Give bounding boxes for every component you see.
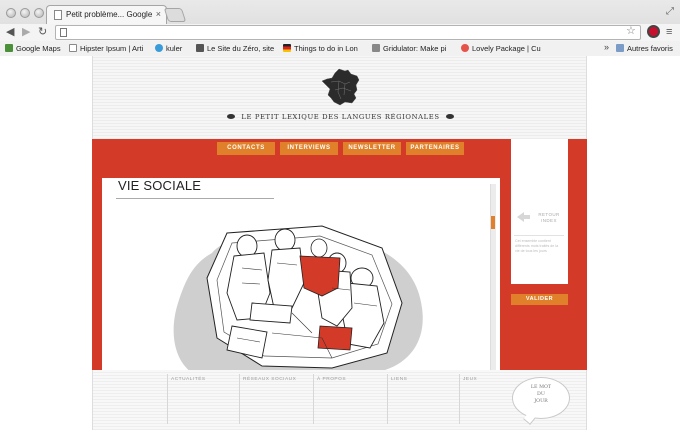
bookmark-item[interactable]: Hipster Ipsum | Arti xyxy=(69,43,149,54)
content-scroll-area[interactable]: VIE SOCIALE xyxy=(102,178,487,370)
footer-divider xyxy=(387,374,388,424)
website: LE PETIT LEXIQUE DES LANGUES RÉGIONALES … xyxy=(92,56,587,430)
grid-icon xyxy=(372,44,380,52)
forward-arrow-icon[interactable]: ▶ xyxy=(22,24,30,41)
browser-tab[interactable]: Petit problème... Google Ch × xyxy=(46,5,167,25)
group-people-illustration[interactable] xyxy=(172,208,432,370)
more-bookmarks-icon[interactable]: » xyxy=(604,42,609,52)
sidebar-panel: RETOUR INDEX Cet ensemble contient diffé… xyxy=(511,139,568,284)
france-map-icon[interactable] xyxy=(321,68,361,106)
footer-link-jeux[interactable]: JEUX xyxy=(463,377,477,382)
nav-partenaires[interactable]: PARTENAIRES xyxy=(406,142,464,155)
site-footer: ACTUALITÉS RÉSEAUX SOCIAUX À PROPOS LIEN… xyxy=(92,370,587,430)
scrollbar-thumb[interactable] xyxy=(491,216,495,229)
bookmark-item[interactable]: Google Maps xyxy=(5,43,61,54)
browser-chrome: Petit problème... Google Ch × ⤢ ◀ ▶ ↻ ☆ … xyxy=(0,0,680,56)
bullet-icon xyxy=(227,114,236,119)
maps-icon xyxy=(5,44,13,52)
footer-link-liens[interactable]: LIENS xyxy=(391,377,407,382)
site-icon xyxy=(196,44,204,52)
menu-icon[interactable]: ≡ xyxy=(666,24,672,41)
scrollbar-track[interactable] xyxy=(490,184,496,370)
new-tab-button[interactable] xyxy=(163,8,187,22)
footer-link-apropos[interactable]: À PROPOS xyxy=(317,377,346,382)
kuler-icon xyxy=(155,44,163,52)
title-divider xyxy=(116,198,274,199)
flag-icon xyxy=(283,44,291,52)
section-title: VIE SOCIALE xyxy=(118,178,202,193)
footer-link-actualites[interactable]: ACTUALITÉS xyxy=(171,377,206,382)
bookmark-item[interactable]: Lovely Package | Cu xyxy=(461,43,541,54)
document-icon xyxy=(54,10,62,20)
site-title: LE PETIT LEXIQUE DES LANGUES RÉGIONALES xyxy=(93,113,588,121)
other-bookmarks-folder[interactable]: Autres favoris xyxy=(616,43,673,54)
bookmarks-bar: Google Maps Hipster Ipsum | Arti kuler L… xyxy=(0,41,680,56)
footer-divider xyxy=(167,374,168,424)
bullet-icon xyxy=(445,114,454,119)
bookmark-item[interactable]: Gridulator: Make pi xyxy=(372,43,456,54)
back-arrow-icon[interactable] xyxy=(515,211,531,225)
tab-close-icon[interactable]: × xyxy=(156,9,161,19)
validate-button[interactable]: VALIDER xyxy=(511,294,568,305)
bookmark-item[interactable]: Le Site du Zéro, site xyxy=(196,43,278,54)
nav-newsletter[interactable]: NEWSLETTER xyxy=(343,142,401,155)
back-to-index-link[interactable]: RETOUR INDEX xyxy=(534,212,564,224)
content-panel: VIE SOCIALE xyxy=(102,178,500,370)
footer-divider xyxy=(313,374,314,424)
footer-link-reseaux[interactable]: RÉSEAUX SOCIAUX xyxy=(243,377,296,382)
address-input[interactable] xyxy=(72,27,612,38)
fullscreen-icon[interactable]: ⤢ xyxy=(666,6,674,17)
address-bar[interactable] xyxy=(55,25,641,40)
star-icon[interactable]: ☆ xyxy=(626,24,636,39)
nav-contacts[interactable]: CONTACTS xyxy=(217,142,275,155)
page-icon xyxy=(60,28,67,37)
bookmark-item[interactable]: Things to do in Lon xyxy=(283,43,365,54)
page-icon xyxy=(69,44,77,52)
nav-interviews[interactable]: INTERVIEWS xyxy=(280,142,338,155)
tab-title: Petit problème... Google Ch xyxy=(66,10,152,19)
toolbar: ◀ ▶ ↻ ☆ ≡ xyxy=(0,24,680,41)
bookmark-item[interactable]: kuler xyxy=(155,43,182,54)
footer-divider xyxy=(239,374,240,424)
minimize-window-icon[interactable] xyxy=(20,8,30,18)
sidebar-description: Cet ensemble contient différents mots tr… xyxy=(515,239,559,253)
close-window-icon[interactable] xyxy=(6,8,16,18)
word-of-the-day-label: LE MOT DU JOUR xyxy=(530,385,552,404)
maximize-window-icon[interactable] xyxy=(34,8,44,18)
sidebar-divider xyxy=(514,235,564,236)
stop-extension-icon[interactable] xyxy=(647,25,660,38)
back-arrow-icon[interactable]: ◀ xyxy=(6,24,14,41)
heart-icon xyxy=(461,44,469,52)
footer-divider xyxy=(459,374,460,424)
reload-icon[interactable]: ↻ xyxy=(38,24,47,41)
site-header: LE PETIT LEXIQUE DES LANGUES RÉGIONALES xyxy=(92,56,587,139)
folder-icon xyxy=(616,44,624,52)
